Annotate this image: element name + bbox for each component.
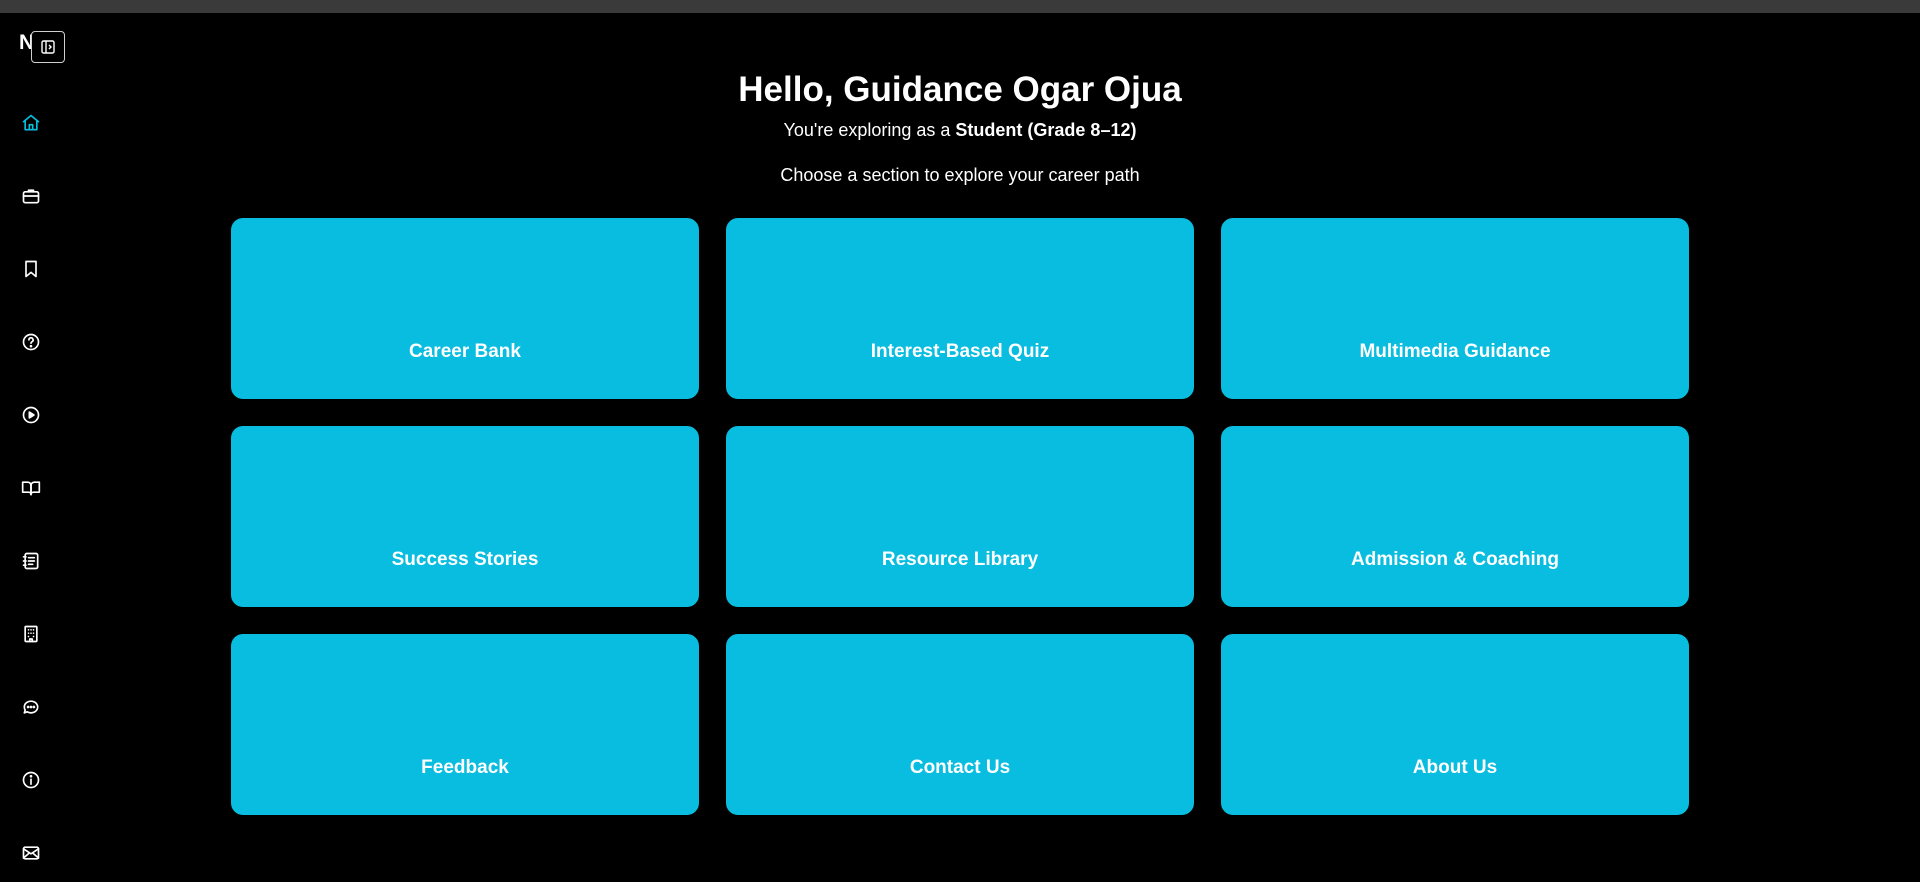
card-interest-quiz[interactable]: Interest-Based Quiz (726, 218, 1194, 399)
card-label: Feedback (421, 757, 509, 778)
card-label: Contact Us (909, 757, 1011, 778)
role-line: You're exploring as a Student (Grade 8–1… (62, 120, 1858, 141)
card-about-us[interactable]: About Us (1221, 634, 1689, 815)
building-icon (24, 625, 38, 643)
card-label: Interest-Based Quiz (870, 341, 1050, 362)
card-career-bank[interactable]: Career Bank (231, 218, 699, 399)
sidebar-item-admission[interactable] (17, 620, 45, 648)
role-value: Student (Grade 8–12) (955, 120, 1137, 140)
card-label: About Us (1412, 757, 1498, 778)
browser-top-strip (0, 0, 1920, 13)
sidebar-item-about[interactable] (17, 766, 45, 794)
main-content: Hello, Guidance Ogar Ojua You're explori… (62, 13, 1920, 882)
play-circle-icon (22, 406, 40, 424)
sidebar-item-feedback[interactable] (17, 693, 45, 721)
sidebar: NS (0, 13, 65, 882)
book-open-icon (21, 481, 41, 496)
card-feedback[interactable]: Feedback (231, 634, 699, 815)
card-admission-coaching[interactable]: Admission & Coaching (1221, 426, 1689, 607)
briefcase-icon (22, 189, 40, 204)
collapse-sidebar-button[interactable] (31, 31, 65, 63)
role-prefix: You're exploring as a (783, 120, 956, 140)
card-label: Admission & Coaching (1351, 549, 1559, 570)
card-resource-library[interactable]: Resource Library (726, 426, 1194, 607)
card-multimedia-guidance[interactable]: Multimedia Guidance (1221, 218, 1689, 399)
sidebar-item-multimedia[interactable] (17, 401, 45, 429)
mail-icon (22, 846, 40, 860)
page-subtitle: Choose a section to explore your career … (780, 165, 1140, 185)
notebook-icon (22, 552, 39, 570)
sidebar-item-contact[interactable] (17, 839, 45, 867)
sidebar-item-home[interactable] (17, 109, 45, 137)
sidebar-item-library[interactable] (17, 474, 45, 502)
sidebar-item-success-stories[interactable] (17, 547, 45, 575)
chat-bubble-icon (23, 700, 39, 714)
card-label: Success Stories (391, 549, 539, 570)
card-label: Career Bank (409, 341, 521, 362)
question-circle-icon (22, 333, 40, 351)
card-contact-us[interactable]: Contact Us (726, 634, 1194, 815)
bookmark-icon (25, 260, 37, 278)
info-circle-icon (22, 771, 40, 789)
page-title: Hello, Guidance Ogar Ojua (738, 70, 1182, 109)
sidebar-item-bookmarks[interactable] (17, 255, 45, 283)
card-success-stories[interactable]: Success Stories (231, 426, 699, 607)
sidebar-item-quiz[interactable] (17, 328, 45, 356)
collapse-sidebar-icon (41, 40, 55, 54)
card-label: Resource Library (881, 549, 1039, 570)
card-label: Multimedia Guidance (1359, 341, 1551, 362)
sidebar-item-career-bank[interactable] (17, 182, 45, 210)
home-icon (22, 114, 40, 131)
